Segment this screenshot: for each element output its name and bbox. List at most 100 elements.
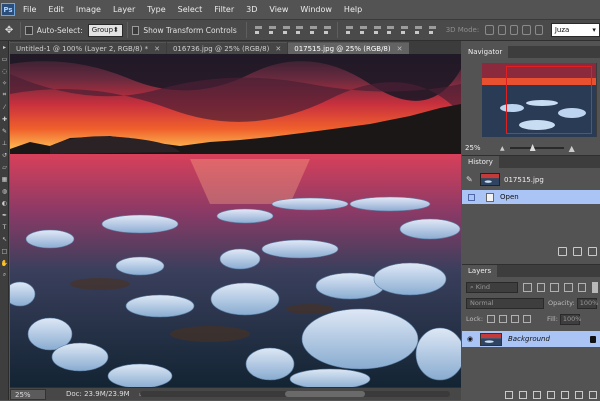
menu-3d[interactable]: 3D [240,0,263,19]
menu-edit[interactable]: Edit [42,0,70,19]
navigator-view-box[interactable] [506,66,592,134]
lock-position-icon[interactable] [511,315,520,323]
lock-transparency-icon[interactable] [487,315,496,323]
3d-roll-icon[interactable] [497,25,506,35]
scrollbar-thumb[interactable] [285,391,365,397]
history-snapshot[interactable]: ✎ 017515.jpg [462,171,600,188]
horizontal-scrollbar[interactable] [140,391,450,397]
eraser-tool-icon[interactable]: ▱ [0,161,9,173]
auto-align-icon[interactable] [427,25,436,36]
zoom-in-icon[interactable]: ▲ [569,144,575,153]
history-brush-tool-icon[interactable]: ↺ [0,149,9,161]
align-right-icon[interactable] [322,25,331,36]
gradient-tool-icon[interactable]: ▦ [0,173,9,185]
menu-window[interactable]: Window [294,0,338,19]
tab-untitled-1[interactable]: Untitled-1 @ 100% (Layer 2, RGB/8) * ✕ [10,42,166,54]
menu-view[interactable]: View [263,0,294,19]
menu-type[interactable]: Type [141,0,171,19]
menu-file[interactable]: File [15,0,42,19]
navigator-zoom-slider[interactable] [509,144,564,151]
history-source-checkbox[interactable] [468,193,475,201]
close-icon[interactable]: ✕ [397,45,403,53]
blend-mode-select[interactable]: Normal [466,297,544,309]
new-layer-icon[interactable] [575,390,583,399]
distribute-right-icon[interactable] [413,25,422,36]
3d-pan-icon[interactable] [509,25,519,35]
3d-scale-icon[interactable] [534,25,543,35]
transform-controls-checkbox[interactable] [131,25,140,35]
type-filter-icon[interactable] [550,282,559,292]
3d-slide-icon[interactable] [522,25,531,35]
menu-image[interactable]: Image [70,0,107,19]
new-group-icon[interactable] [561,390,569,399]
trash-icon[interactable] [589,390,597,399]
shape-tool-icon[interactable]: □ [0,245,9,257]
smart-object-filter-icon[interactable] [577,282,587,292]
canvas-area[interactable] [10,54,461,387]
eye-icon[interactable]: ◉ [462,335,478,343]
move-tool-icon[interactable]: ▸ [0,41,9,53]
type-tool-icon[interactable]: T [0,221,9,233]
tab-016736[interactable]: 016736.jpg @ 25% (RGB/8) ✕ [166,42,288,54]
align-left-icon[interactable] [294,25,304,36]
close-icon[interactable]: ✕ [275,45,281,53]
auto-select-dropdown[interactable]: Group ⬍ [87,23,123,37]
lock-all-icon[interactable] [523,315,532,323]
close-icon[interactable]: ✕ [154,45,160,53]
slider-knob[interactable] [529,144,536,151]
brush-tool-icon[interactable]: ✎ [0,125,9,137]
navigator-preview[interactable] [482,63,597,137]
3d-rotate-icon[interactable] [485,25,494,35]
zoom-tool-icon[interactable]: ⌕ [0,269,9,281]
clone-stamp-tool-icon[interactable]: ⊥ [0,137,9,149]
link-layers-icon[interactable] [505,390,513,399]
workspace-switcher[interactable]: Juza ▾ [550,23,600,37]
camera-icon[interactable] [573,246,582,256]
layer-style-icon[interactable] [519,390,527,399]
document-image[interactable] [10,54,461,387]
path-select-tool-icon[interactable]: ↖ [0,233,9,245]
distribute-top-icon[interactable] [344,25,354,36]
new-document-from-state-icon[interactable] [558,246,567,256]
align-vcenter-icon[interactable] [267,25,276,36]
zoom-out-icon[interactable]: ▲ [500,145,505,152]
eyedropper-tool-icon[interactable]: ⁄ [0,101,9,113]
trash-icon[interactable] [588,246,597,256]
filter-toggle[interactable] [592,281,598,293]
menu-select[interactable]: Select [172,0,209,19]
quick-select-tool-icon[interactable]: ✧ [0,77,9,89]
add-mask-icon[interactable] [533,390,541,399]
lock-pixels-icon[interactable] [499,315,508,323]
layer-row-background[interactable]: ◉ Background [462,331,600,347]
auto-select-checkbox[interactable] [25,25,33,35]
pen-tool-icon[interactable]: ✒ [0,209,9,221]
distribute-left-icon[interactable] [385,25,395,36]
shape-filter-icon[interactable] [563,282,573,292]
blur-tool-icon[interactable]: ◍ [0,185,9,197]
opacity-field[interactable]: 100% [576,297,598,309]
layers-tab[interactable]: Layers [462,265,600,277]
navigator-zoom-value[interactable]: 25% [462,144,492,152]
navigator-tab[interactable]: Navigator [462,46,600,58]
adjustment-filter-icon[interactable] [536,282,546,292]
menu-help[interactable]: Help [338,0,368,19]
healing-tool-icon[interactable]: ✚ [0,113,9,125]
history-state-open[interactable]: Open [462,190,600,204]
distribute-bottom-icon[interactable] [372,25,381,36]
fill-field[interactable]: 100% [559,313,581,325]
distribute-hcenter-icon[interactable] [399,25,408,36]
align-hcenter-icon[interactable] [308,25,317,36]
crop-tool-icon[interactable]: ⌗ [0,89,9,101]
image-filter-icon[interactable] [522,282,532,292]
distribute-vcenter-icon[interactable] [358,25,367,36]
menu-filter[interactable]: Filter [208,0,240,19]
tab-017515[interactable]: 017515.jpg @ 25% (RGB/8) ✕ [288,42,409,54]
marquee-tool-icon[interactable]: ▭ [0,53,9,65]
menu-layer[interactable]: Layer [107,0,141,19]
align-top-icon[interactable] [253,25,262,36]
dodge-tool-icon[interactable]: ◐ [0,197,9,209]
history-tab[interactable]: History [462,156,600,168]
lasso-tool-icon[interactable]: ◌ [0,65,9,77]
adjustment-layer-icon[interactable] [547,390,555,399]
zoom-level-field[interactable]: 25% [10,388,46,400]
